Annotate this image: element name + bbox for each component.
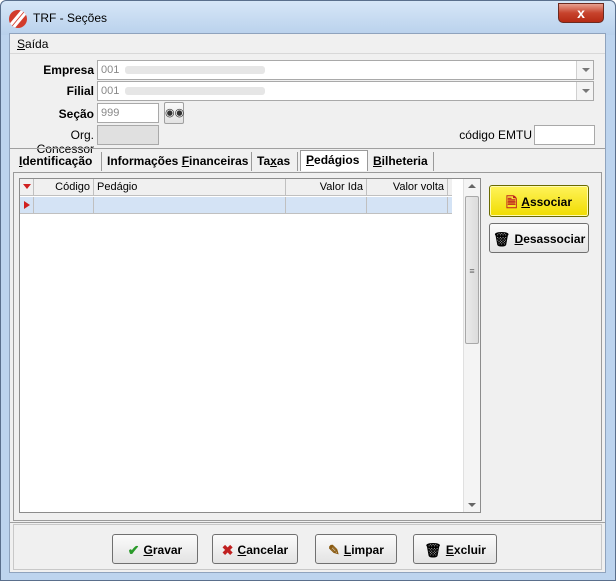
column-header-codigo[interactable]: Código [34, 179, 94, 196]
chevron-down-icon[interactable] [576, 82, 593, 100]
filial-label: Filial [66, 84, 94, 98]
divider [10, 148, 605, 149]
secao-label: Seção [58, 107, 94, 121]
menu-bar: Saída [10, 34, 605, 54]
app-logo-icon [9, 10, 27, 28]
tab-panel-pedagios: Código Pedágio Valor Ida Valor volta ≡ 🗎… [13, 172, 602, 521]
scroll-thumb[interactable]: ≡ [465, 196, 479, 344]
window-title: TRF - Seções [33, 11, 108, 25]
tab-informacoes-financeiras[interactable]: Informações Financeiras [102, 152, 252, 171]
close-button[interactable]: x [558, 3, 604, 23]
codigo-emtu-label: código EMTU [459, 128, 532, 142]
current-row-arrow-icon [24, 201, 30, 209]
filial-combo[interactable]: 001 [97, 81, 594, 101]
cell-valor-volta[interactable] [367, 197, 448, 214]
excluir-button[interactable]: 🗑 Excluir [413, 534, 497, 564]
gravar-button[interactable]: ✔ Gravar [112, 534, 198, 564]
chevron-down-icon[interactable] [576, 61, 593, 79]
add-document-icon: 🗎 [506, 193, 518, 210]
check-icon: ✔ [127, 541, 140, 558]
scroll-down-icon[interactable] [468, 503, 476, 507]
sort-indicator[interactable] [20, 179, 34, 196]
column-header-pedagio[interactable]: Pedágio [94, 179, 286, 196]
main-window: TRF - Seções x Saída Empresa 001 Filial … [0, 0, 616, 581]
table-row[interactable] [20, 197, 452, 214]
desassociar-button[interactable]: 🗑 Desassociar [489, 223, 589, 253]
cell-pedagio[interactable] [94, 197, 286, 214]
grid-header: Código Pedágio Valor Ida Valor volta [20, 179, 452, 196]
cancelar-button[interactable]: ✖ Cancelar [212, 534, 298, 564]
row-indicator [20, 197, 34, 214]
trash-icon: 🗑 [424, 541, 442, 558]
client-area: Saída Empresa 001 Filial 001 Seção 999 ◉… [9, 33, 606, 573]
limpar-button[interactable]: ✎ Limpar [315, 534, 397, 564]
tab-identificacao[interactable]: Identificação [14, 152, 102, 171]
sort-arrow-icon [23, 184, 31, 189]
search-binoculars-icon[interactable]: ◉◉ [164, 102, 184, 124]
tab-bilheteria[interactable]: Bilheteria [368, 152, 434, 171]
secao-field[interactable]: 999 [97, 103, 159, 123]
grid-scrollbar[interactable]: ≡ [463, 179, 480, 512]
brush-icon: ✎ [328, 541, 340, 558]
pedagios-grid[interactable]: Código Pedágio Valor Ida Valor volta ≡ [19, 178, 481, 513]
codigo-emtu-field[interactable] [534, 125, 595, 145]
footer-panel: ✔ Gravar ✖ Cancelar ✎ Limpar 🗑 Excluir [13, 524, 602, 570]
cell-valor-ida[interactable] [286, 197, 367, 214]
column-header-valor-ida[interactable]: Valor Ida [286, 179, 367, 196]
divider [10, 522, 605, 523]
trash-icon: 🗑 [492, 230, 511, 247]
menu-item-saida[interactable]: Saída [17, 37, 48, 51]
cell-codigo[interactable] [34, 197, 94, 214]
empresa-label: Empresa [43, 63, 94, 77]
x-icon: ✖ [221, 541, 234, 558]
scroll-up-icon[interactable] [468, 184, 476, 188]
org-concessor-field[interactable] [97, 125, 159, 145]
column-header-valor-volta[interactable]: Valor volta [367, 179, 448, 196]
tab-taxas[interactable]: Taxas [252, 152, 298, 171]
tab-pedagios[interactable]: Pedágios [300, 150, 368, 171]
associar-button[interactable]: 🗎 Associar [489, 185, 589, 217]
title-bar[interactable]: TRF - Seções x [1, 1, 615, 35]
empresa-combo[interactable]: 001 [97, 60, 594, 80]
